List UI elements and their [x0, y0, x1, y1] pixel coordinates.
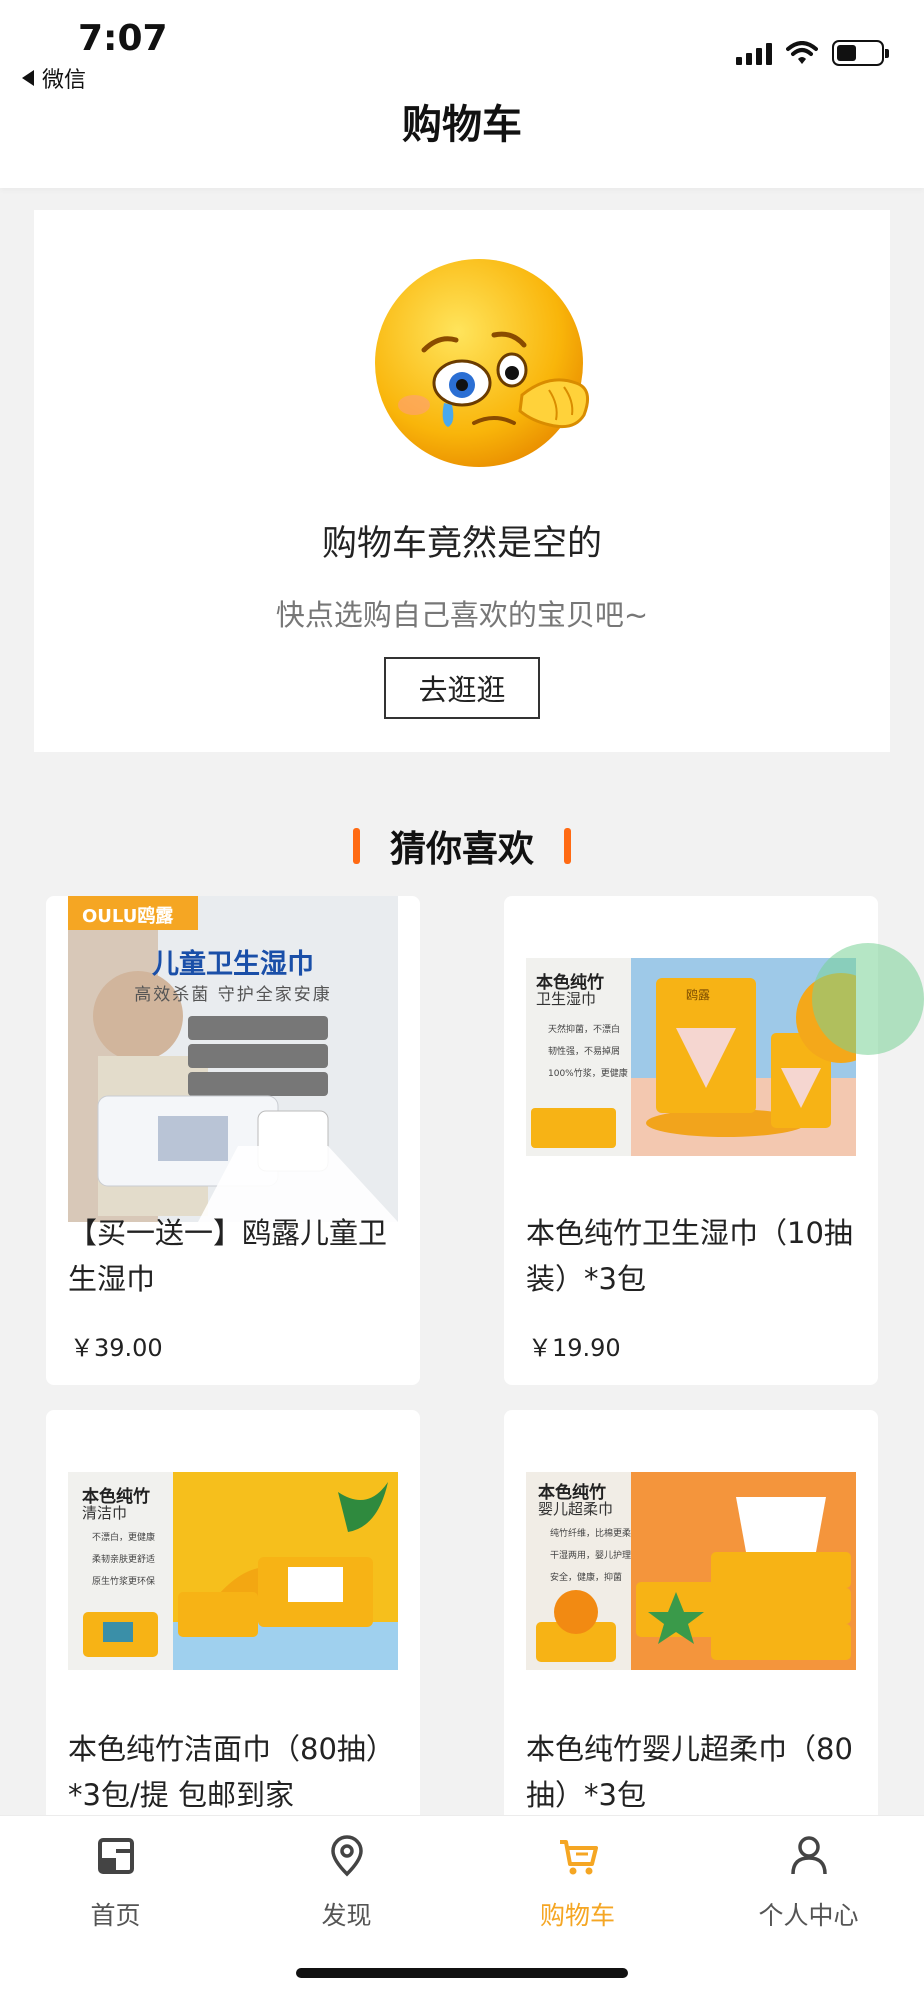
- go-shopping-button[interactable]: 去逛逛: [384, 657, 540, 719]
- product-name[interactable]: 本色纯竹卫生湿巾（10抽装）*3包: [526, 1210, 860, 1302]
- product-card[interactable]: 本色纯竹 清洁巾 不漂白，更健康 柔韧亲肤更舒适 原生竹浆更环保 本色纯竹洁面巾…: [46, 1410, 420, 1830]
- product-image-feature: 安全，健康，抑菌: [550, 1573, 623, 1583]
- back-to-app-link[interactable]: 微信: [22, 62, 86, 94]
- product-name[interactable]: 【买一送一】鸥露儿童卫生湿巾: [68, 1210, 402, 1302]
- product-image-feature: 天然抑菌，不漂白: [548, 1025, 621, 1035]
- person-icon: [790, 1836, 827, 1875]
- tab-home-label: 首页: [90, 1901, 141, 1930]
- product-image[interactable]: 本色纯竹 卫生湿巾 天然抑菌，不漂白 韧性强，不易掉屑 100%竹浆，更健康 鸥…: [526, 958, 856, 1156]
- product-image[interactable]: OULU鸥露 儿童卫生湿巾 高效杀菌 守护全家安康: [68, 896, 398, 1222]
- home-icon: [97, 1838, 134, 1874]
- battery-icon: [832, 40, 889, 66]
- product-name[interactable]: 本色纯竹婴儿超柔巾（80抽）*3包: [526, 1726, 860, 1818]
- empty-cart-subtitle: 快点选购自己喜欢的宝贝吧~: [275, 598, 649, 632]
- home-indicator[interactable]: [296, 1968, 628, 1978]
- brand-badge-text: OULU鸥露: [82, 906, 174, 927]
- back-arrow-icon: [22, 70, 34, 86]
- product-image-tagline: 高效杀菌 守护全家安康: [134, 985, 332, 1005]
- tab-home[interactable]: 首页: [0, 1816, 231, 1946]
- product-image-feature: 柔韧亲肤更舒适: [92, 1555, 156, 1565]
- recommend-section-header: 猜你喜欢: [0, 820, 924, 872]
- section-accent-bar-left: [352, 828, 360, 864]
- product-image[interactable]: 本色纯竹 婴儿超柔巾 纯竹纤维，比棉更柔 干湿两用，婴儿护理 安全，健康，抑菌: [526, 1472, 856, 1670]
- product-image-subhead: 清洁巾: [82, 1504, 128, 1522]
- product-image-feature: 纯竹纤维，比棉更柔: [550, 1529, 632, 1539]
- product-image-feature: 100%竹浆，更健康: [548, 1069, 628, 1079]
- status-icons: [736, 40, 889, 66]
- product-image-subhead: 卫生湿巾: [536, 990, 597, 1008]
- product-image-headline: 儿童卫生湿巾: [152, 949, 314, 980]
- tab-profile-label: 个人中心: [758, 1901, 859, 1930]
- product-card[interactable]: OULU鸥露 儿童卫生湿巾 高效杀菌 守护全家安康 【买一送一】鸥露儿童卫生湿巾…: [46, 896, 420, 1385]
- product-price: ￥19.90: [528, 1334, 621, 1362]
- product-image-pack-label: 鸥露: [686, 988, 711, 1002]
- tab-discover[interactable]: 发现: [231, 1816, 462, 1946]
- product-image-feature: 不漂白，更健康: [92, 1533, 156, 1543]
- crying-emoji-icon: [375, 259, 590, 467]
- empty-cart-card: 购物车竟然是空的 快点选购自己喜欢的宝贝吧~ 去逛逛: [34, 210, 890, 752]
- back-app-label: 微信: [42, 68, 87, 93]
- tab-cart-label: 购物车: [539, 1901, 615, 1930]
- product-price: ￥39.00: [70, 1334, 163, 1362]
- product-image-feature: 干湿两用，婴儿护理: [550, 1551, 632, 1561]
- product-image-feature: 韧性强，不易掉屑: [548, 1047, 621, 1057]
- floating-assist-button[interactable]: [812, 943, 924, 1055]
- product-image-subhead: 婴儿超柔巾: [538, 1500, 614, 1518]
- cellular-signal-icon: [736, 41, 772, 65]
- location-pin-icon: [330, 1835, 363, 1877]
- product-name[interactable]: 本色纯竹洁面巾（80抽）*3包/提 包邮到家: [68, 1726, 402, 1818]
- top-bar: 7:07 微信 购物车: [0, 0, 924, 188]
- wifi-icon: [786, 41, 818, 64]
- tab-cart[interactable]: 购物车: [462, 1816, 693, 1946]
- section-title: 猜你喜欢: [389, 829, 534, 870]
- tab-profile[interactable]: 个人中心: [693, 1816, 924, 1946]
- section-accent-bar-right: [564, 828, 571, 864]
- cart-icon: [559, 1840, 598, 1875]
- empty-cart-title: 购物车竟然是空的: [321, 524, 602, 564]
- product-card[interactable]: 本色纯竹 婴儿超柔巾 纯竹纤维，比棉更柔 干湿两用，婴儿护理 安全，健康，抑菌 …: [504, 1410, 878, 1830]
- product-image[interactable]: 本色纯竹 清洁巾 不漂白，更健康 柔韧亲肤更舒适 原生竹浆更环保: [68, 1472, 398, 1670]
- page-title: 购物车: [402, 102, 522, 148]
- tab-discover-label: 发现: [321, 1901, 372, 1930]
- product-image-feature: 原生竹浆更环保: [92, 1577, 156, 1587]
- status-time: 7:07: [78, 18, 168, 59]
